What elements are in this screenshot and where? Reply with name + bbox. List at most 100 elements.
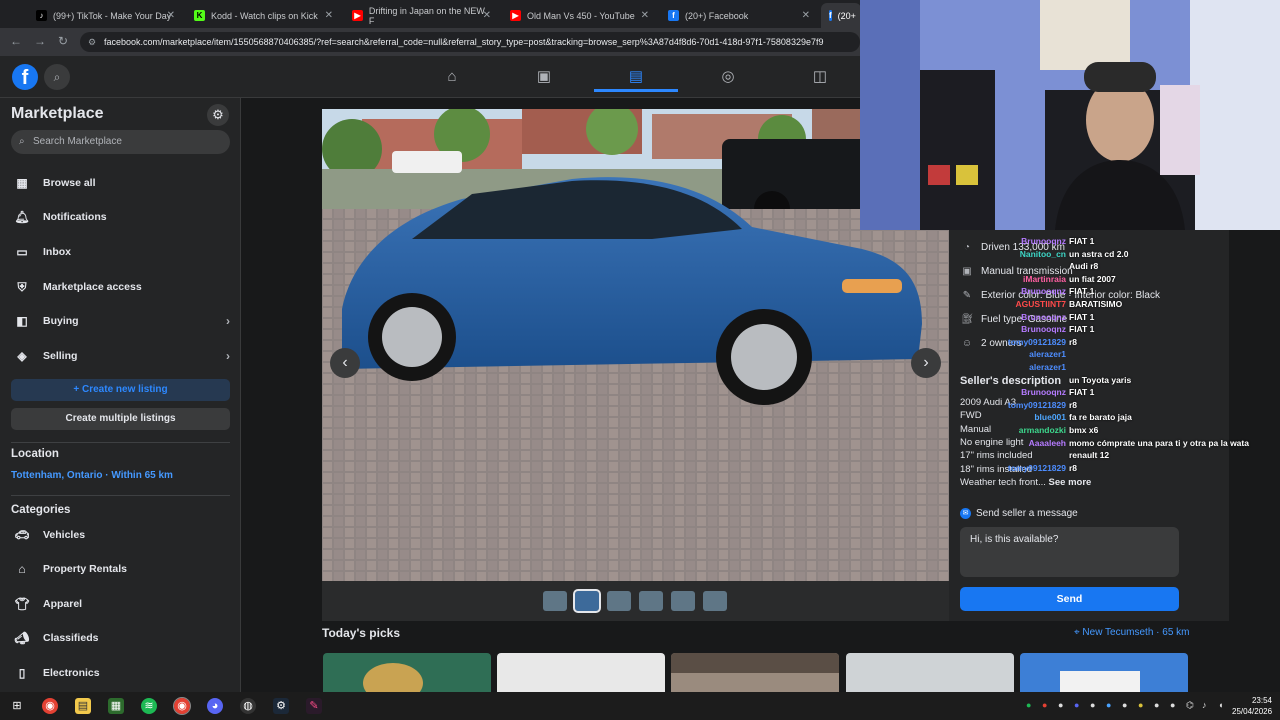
photo-thumbnail[interactable] — [573, 589, 601, 613]
close-icon[interactable]: ✕ — [325, 10, 333, 21]
chat-message: iMartinraia un fiat 2007 — [990, 274, 1280, 284]
tray-icon[interactable]: ● — [1090, 700, 1095, 710]
close-icon[interactable]: ✕ — [641, 10, 649, 21]
tray-icon[interactable]: ● — [1058, 700, 1063, 710]
todays-picks-heading: Today's picks — [322, 626, 400, 640]
chat-username: Brunooqnz — [1021, 324, 1066, 335]
speaker-icon[interactable]: ♪ — [1202, 700, 1207, 710]
close-icon[interactable]: ✕ — [167, 10, 175, 21]
create-multiple-listings-button[interactable]: Create multiple listings — [11, 408, 230, 430]
category-electronics[interactable]: ▯ Electronics — [11, 658, 230, 688]
chat-text: FIAT 1 — [1069, 311, 1095, 322]
clock-date: 25/04/2026 — [1232, 707, 1273, 716]
windows-start-icon[interactable]: ⊞ — [9, 698, 25, 714]
chat-text: bmx x6 — [1069, 425, 1099, 435]
gaming-icon[interactable]: ◫ — [778, 62, 862, 92]
tray-icon[interactable]: ● — [1122, 700, 1127, 710]
chat-message: Audi r8 — [990, 261, 1280, 271]
photo-thumbnail[interactable] — [607, 591, 631, 611]
car-photo — [322, 109, 949, 581]
browser-tab-kick[interactable]: K Kodd - Watch clips on Kick ✕ — [186, 3, 341, 28]
home-icon[interactable]: ⌂ — [410, 62, 494, 92]
photo-thumbnail[interactable] — [703, 591, 727, 611]
sidebar-item-browse-all[interactable]: ▦ Browse all — [11, 168, 230, 198]
tray-icon[interactable]: ● — [1154, 700, 1159, 710]
sidebar-item-inbox[interactable]: ▭ Inbox — [11, 237, 230, 267]
create-listing-button[interactable]: + Create new listing — [11, 379, 230, 401]
send-button[interactable]: Send — [960, 587, 1179, 611]
spreadsheet-icon[interactable]: ▦ — [108, 698, 124, 714]
sidebar-item-label: Inbox — [43, 246, 71, 258]
address-bar[interactable]: ⚙ facebook.com/marketplace/item/15505688… — [80, 32, 860, 52]
sidebar-item-marketplace-access[interactable]: ⛨ Marketplace access — [11, 272, 230, 302]
network-icon[interactable]: ⌬ — [1186, 700, 1194, 711]
site-info-icon[interactable]: ⚙ — [88, 32, 96, 52]
next-photo-button[interactable]: › — [911, 348, 941, 378]
category-property-rentals[interactable]: ⌂ Property Rentals — [11, 554, 230, 584]
photo-thumbnail[interactable] — [671, 591, 695, 611]
kick-icon: K — [194, 10, 205, 21]
sidebar-item-buying[interactable]: ◧ Buying › — [11, 306, 230, 336]
sidebar-item-selling[interactable]: ◈ Selling › — [11, 341, 230, 371]
category-apparel[interactable]: 👕︎ Apparel — [11, 589, 230, 619]
discord-tray-icon[interactable]: ● — [1074, 700, 1079, 710]
chrome-icon[interactable]: ◉ — [42, 698, 58, 714]
browser-tab-youtube-drifting[interactable]: ▶ Drifting in Japan on the NEW F ✕ — [344, 3, 499, 28]
file-explorer-icon[interactable]: ▤ — [75, 698, 91, 714]
discord-icon[interactable]: ◕ — [207, 698, 223, 714]
previous-photo-button[interactable]: ‹ — [330, 348, 360, 378]
chat-username: Nanitoo_cn — [1019, 248, 1066, 259]
app-icon[interactable]: ✎ — [306, 698, 322, 714]
browser-tab-tiktok[interactable]: ♪ (99+) TikTok - Make Your Day ✕ — [28, 3, 183, 28]
groups-icon[interactable]: ◎ — [686, 62, 770, 92]
tray-icon[interactable]: ● — [1042, 700, 1047, 710]
pick-card[interactable] — [323, 653, 491, 693]
chrome-icon[interactable]: ◉ — [173, 697, 191, 715]
marketplace-icon[interactable]: ▤ — [594, 62, 678, 92]
back-arrow-icon[interactable]: ← — [10, 34, 22, 48]
browser-tab-facebook-active[interactable]: f (20+ — [821, 3, 861, 28]
tray-icon[interactable]: ● — [1138, 700, 1143, 710]
pick-card[interactable] — [846, 653, 1014, 693]
sidebar-item-label: Buying — [43, 315, 79, 327]
volume-icon[interactable]: ◖ — [1218, 700, 1223, 710]
spotify-icon[interactable]: ≋ — [141, 698, 157, 714]
system-clock[interactable]: 23:54 25/04/2026 — [1232, 695, 1272, 717]
send-message-label: Send seller a message — [976, 508, 1078, 519]
facebook-logo[interactable]: f — [12, 64, 38, 90]
location-link[interactable]: Tottenham, Ontario · Within 65 km — [11, 470, 173, 481]
forward-arrow-icon[interactable]: → — [34, 34, 46, 48]
message-input[interactable]: Hi, is this available? — [960, 527, 1179, 577]
obs-icon[interactable]: ◍ — [240, 698, 256, 714]
search-input[interactable]: ⌕ Search Marketplace — [11, 130, 230, 154]
browser-tab-youtube-oldman[interactable]: ▶ Old Man Vs 450 - YouTube ✕ — [502, 3, 657, 28]
messenger-icon: ✉ — [960, 508, 971, 519]
photo-thumbnail[interactable] — [639, 591, 663, 611]
clock-time: 23:54 — [1251, 696, 1272, 705]
pick-card[interactable] — [671, 653, 839, 693]
category-classifieds[interactable]: 📣︎ Classifieds — [11, 623, 230, 653]
gear-icon[interactable]: ⚙ — [207, 104, 229, 126]
photo-thumbnail[interactable] — [543, 591, 567, 611]
tray-icon[interactable]: ● — [1170, 700, 1175, 710]
chat-username: tomy09121829 — [1007, 399, 1066, 410]
sidebar-item-notifications[interactable]: 🔔︎ Notifications — [11, 202, 230, 232]
reload-icon[interactable]: ↻ — [58, 34, 68, 48]
chat-username: Brunooqnz — [1021, 286, 1066, 297]
person-icon: ☺ — [961, 338, 973, 349]
tray-icon[interactable]: ● — [1106, 700, 1111, 710]
browser-tab-facebook[interactable]: f (20+) Facebook ✕ — [660, 3, 818, 28]
picks-location-link[interactable]: ⌖ New Tecumseth · 65 km — [1074, 627, 1190, 638]
steam-icon[interactable]: ⚙ — [273, 698, 289, 714]
close-icon[interactable]: ✕ — [483, 10, 491, 21]
close-icon[interactable]: ✕ — [802, 10, 810, 21]
spotify-tray-icon[interactable]: ● — [1026, 700, 1031, 710]
shirt-icon: 👕︎ — [14, 597, 30, 611]
pick-card[interactable] — [497, 653, 665, 693]
pick-card[interactable] — [1020, 653, 1188, 693]
category-vehicles[interactable]: 🚗︎ Vehicles — [11, 520, 230, 550]
video-icon[interactable]: ▣ — [502, 62, 586, 92]
chat-text: r8 — [1069, 399, 1078, 410]
chat-username: Brunooqnz — [1021, 236, 1066, 246]
search-icon[interactable]: ⌕ — [44, 64, 70, 90]
